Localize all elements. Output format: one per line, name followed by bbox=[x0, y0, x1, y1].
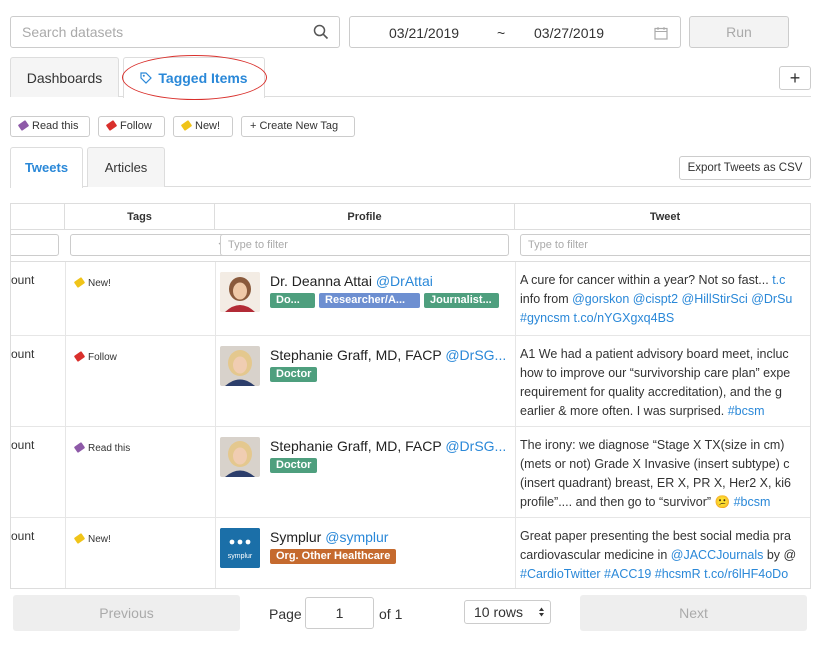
profile-badges: Doctor bbox=[270, 367, 321, 385]
profile-handle[interactable]: @DrSG... bbox=[445, 438, 506, 454]
column-header-profile[interactable]: Profile bbox=[215, 204, 515, 230]
profile-handle[interactable]: @DrAttai bbox=[376, 273, 433, 289]
export-csv-button[interactable]: Export Tweets as CSV bbox=[679, 156, 811, 180]
tab-dashboards[interactable]: Dashboards bbox=[10, 57, 119, 97]
tag-pill-read-this[interactable]: Read this bbox=[10, 116, 90, 137]
tags-filter-select[interactable] bbox=[70, 234, 237, 256]
search-icon[interactable] bbox=[313, 24, 329, 40]
profile-name[interactable]: Dr. Deanna Attai @DrAttai bbox=[270, 273, 433, 289]
sort-arrows-icon bbox=[539, 607, 544, 617]
tag-icon bbox=[17, 120, 30, 131]
table-row[interactable]: ount New! symplur Symplur @symplur Org. … bbox=[11, 518, 810, 598]
run-button[interactable]: Run bbox=[689, 16, 789, 48]
table-row[interactable]: ount Follow Stephanie Graff, MD, FACP @D… bbox=[11, 336, 810, 427]
column-header-tags[interactable]: Tags bbox=[65, 204, 215, 230]
tweet-filter-input[interactable]: Type to filter bbox=[520, 234, 810, 256]
page-total: of 1 bbox=[379, 606, 403, 622]
count-cell: ount bbox=[11, 438, 35, 452]
column-header-tweet[interactable]: Tweet bbox=[515, 204, 810, 230]
search-input[interactable] bbox=[11, 17, 301, 47]
tag-icon bbox=[105, 120, 118, 131]
profile-name[interactable]: Symplur @symplur bbox=[270, 529, 388, 545]
profile-badges: Doctor bbox=[270, 458, 321, 476]
table-row[interactable]: ount Read this Stephanie Graff, MD, FACP… bbox=[11, 427, 810, 518]
profile-badge: Org. Other Healthcare bbox=[270, 549, 397, 564]
date-range-picker[interactable]: 03/21/2019 ~ 03/27/2019 bbox=[349, 16, 681, 48]
symplur-logo[interactable]: symplur bbox=[220, 528, 260, 568]
tag-icon bbox=[73, 277, 86, 288]
avatar[interactable] bbox=[220, 346, 260, 386]
row-tag[interactable]: New! bbox=[73, 533, 111, 545]
profile-badge: Doctor bbox=[270, 367, 318, 382]
profile-handle[interactable]: @symplur bbox=[325, 529, 388, 545]
avatar[interactable] bbox=[220, 437, 260, 477]
previous-button[interactable]: Previous bbox=[13, 595, 240, 631]
logo-text: symplur bbox=[227, 553, 253, 560]
count-cell: ount bbox=[11, 529, 35, 543]
tweet-text[interactable]: A cure for cancer within a year? Not so … bbox=[520, 271, 810, 328]
date-separator: ~ bbox=[497, 25, 506, 41]
tweets-table: Tags Profile Tweet Type to filter Type t… bbox=[10, 203, 811, 636]
profile-name[interactable]: Stephanie Graff, MD, FACP @DrSG... bbox=[270, 438, 506, 454]
page-label: Page bbox=[269, 606, 302, 622]
pagination-bar: Previous Page 1 of 1 10 rows Next bbox=[10, 588, 811, 636]
tag-pill-new[interactable]: New! bbox=[173, 116, 233, 137]
column-header-count[interactable] bbox=[11, 204, 65, 230]
profile-badge: Doctor bbox=[270, 458, 318, 473]
row-tag[interactable]: Follow bbox=[73, 351, 117, 363]
tag-icon bbox=[73, 533, 86, 544]
tab-tweets[interactable]: Tweets bbox=[10, 147, 83, 188]
avatar[interactable] bbox=[220, 272, 260, 312]
tag-icon bbox=[180, 120, 193, 131]
highlight-circle bbox=[122, 55, 267, 100]
tweet-text[interactable]: Great paper presenting the best social m… bbox=[520, 527, 810, 584]
count-cell: ount bbox=[11, 347, 35, 361]
row-tag[interactable]: Read this bbox=[73, 442, 130, 454]
search-box[interactable] bbox=[10, 16, 340, 48]
profile-badge: Do... bbox=[270, 293, 315, 308]
filter-row: Type to filter Type to filter bbox=[11, 230, 810, 262]
tag-icon bbox=[73, 351, 86, 362]
create-new-tag-button[interactable]: + Create New Tag bbox=[241, 116, 355, 137]
row-tag[interactable]: New! bbox=[73, 277, 111, 289]
count-cell: ount bbox=[11, 273, 35, 287]
page-number-input[interactable]: 1 bbox=[305, 597, 374, 629]
tweet-text[interactable]: The irony: we diagnose “Stage X TX(size … bbox=[520, 436, 810, 512]
profile-badge: Researcher/A... bbox=[319, 293, 420, 308]
profile-handle[interactable]: @DrSG... bbox=[445, 347, 506, 363]
count-filter-input[interactable] bbox=[11, 234, 59, 256]
next-button[interactable]: Next bbox=[580, 595, 807, 631]
tweet-text[interactable]: A1 We had a patient advisory board meet,… bbox=[520, 345, 810, 421]
rows-per-page-select[interactable]: 10 rows bbox=[464, 600, 551, 624]
table-row[interactable]: ount New! Dr. Deanna Attai @DrAttai Do..… bbox=[11, 262, 810, 336]
table-header: Tags Profile Tweet bbox=[11, 204, 810, 230]
profile-filter-input[interactable]: Type to filter bbox=[220, 234, 509, 256]
start-date[interactable]: 03/21/2019 bbox=[389, 25, 459, 41]
tag-icon bbox=[73, 442, 86, 453]
profile-badges: Org. Other Healthcare bbox=[270, 549, 400, 567]
calendar-icon[interactable] bbox=[654, 26, 668, 40]
tab-articles[interactable]: Articles bbox=[87, 147, 165, 187]
profile-badge: Journalist... bbox=[424, 293, 499, 308]
end-date[interactable]: 03/27/2019 bbox=[534, 25, 604, 41]
tag-pill-follow[interactable]: Follow bbox=[98, 116, 165, 137]
profile-name[interactable]: Stephanie Graff, MD, FACP @DrSG... bbox=[270, 347, 506, 363]
add-button[interactable]: + bbox=[779, 66, 811, 90]
profile-badges: Do... Researcher/A... Journalist... bbox=[270, 293, 503, 311]
